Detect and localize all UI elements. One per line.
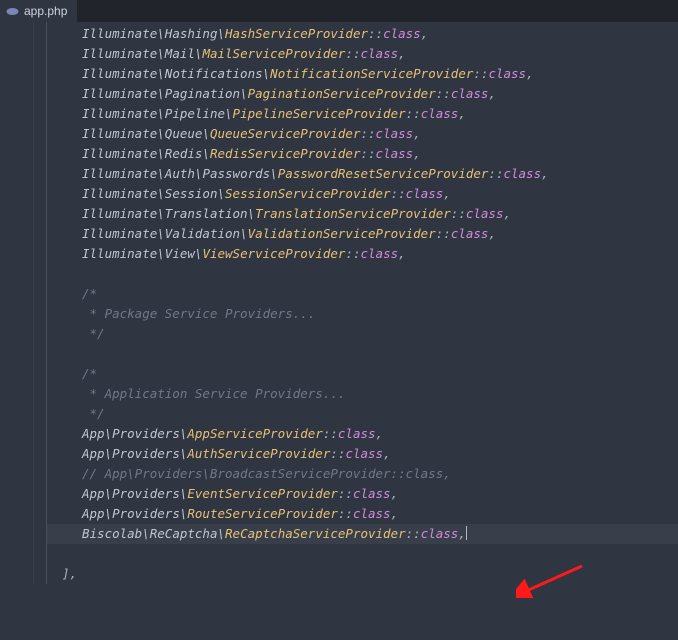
code-line: App\Providers\AppServiceProvider::class, bbox=[46, 424, 678, 444]
code-line: Illuminate\Mail\MailServiceProvider::cla… bbox=[46, 44, 678, 64]
blank-line bbox=[46, 344, 678, 364]
code-line: Illuminate\Redis\RedisServiceProvider::c… bbox=[46, 144, 678, 164]
code-line: App\Providers\RouteServiceProvider::clas… bbox=[46, 504, 678, 524]
blank-line bbox=[46, 264, 678, 284]
blank-line bbox=[46, 544, 678, 564]
code-line: Illuminate\Pipeline\PipelineServiceProvi… bbox=[46, 104, 678, 124]
gutter bbox=[0, 22, 34, 584]
tab-bar: app.php bbox=[0, 0, 678, 22]
code-line: App\Providers\AuthServiceProvider::class… bbox=[46, 444, 678, 464]
indent-guide bbox=[46, 22, 47, 584]
comment-line: /* bbox=[46, 284, 678, 304]
code-line: Illuminate\View\ViewServiceProvider::cla… bbox=[46, 244, 678, 264]
comment-line: * Package Service Providers... bbox=[46, 304, 678, 324]
comment-line: * Application Service Providers... bbox=[46, 384, 678, 404]
code-line: Illuminate\Notifications\NotificationSer… bbox=[46, 64, 678, 84]
php-file-icon bbox=[6, 5, 19, 18]
code-line: Illuminate\Auth\Passwords\PasswordResetS… bbox=[46, 164, 678, 184]
code-editor[interactable]: Illuminate\Hashing\HashServiceProvider::… bbox=[0, 22, 678, 584]
tab-app-php[interactable]: app.php bbox=[0, 0, 77, 22]
code-line: Illuminate\Validation\ValidationServiceP… bbox=[46, 224, 678, 244]
code-line: Illuminate\Translation\TranslationServic… bbox=[46, 204, 678, 224]
code-line: Illuminate\Pagination\PaginationServiceP… bbox=[46, 84, 678, 104]
code-line: Illuminate\Session\SessionServiceProvide… bbox=[46, 184, 678, 204]
code-line: App\Providers\EventServiceProvider::clas… bbox=[46, 484, 678, 504]
code-body: Illuminate\Hashing\HashServiceProvider::… bbox=[0, 24, 678, 584]
close-bracket: ], bbox=[46, 564, 678, 584]
commented-code-line: // App\Providers\BroadcastServiceProvide… bbox=[46, 464, 678, 484]
comment-line: */ bbox=[46, 404, 678, 424]
code-line: Illuminate\Queue\QueueServiceProvider::c… bbox=[46, 124, 678, 144]
tab-filename: app.php bbox=[24, 4, 67, 18]
code-line: Biscolab\ReCaptcha\ReCaptchaServiceProvi… bbox=[46, 524, 678, 544]
comment-line: */ bbox=[46, 324, 678, 344]
code-line: Illuminate\Hashing\HashServiceProvider::… bbox=[46, 24, 678, 44]
comment-line: /* bbox=[46, 364, 678, 384]
